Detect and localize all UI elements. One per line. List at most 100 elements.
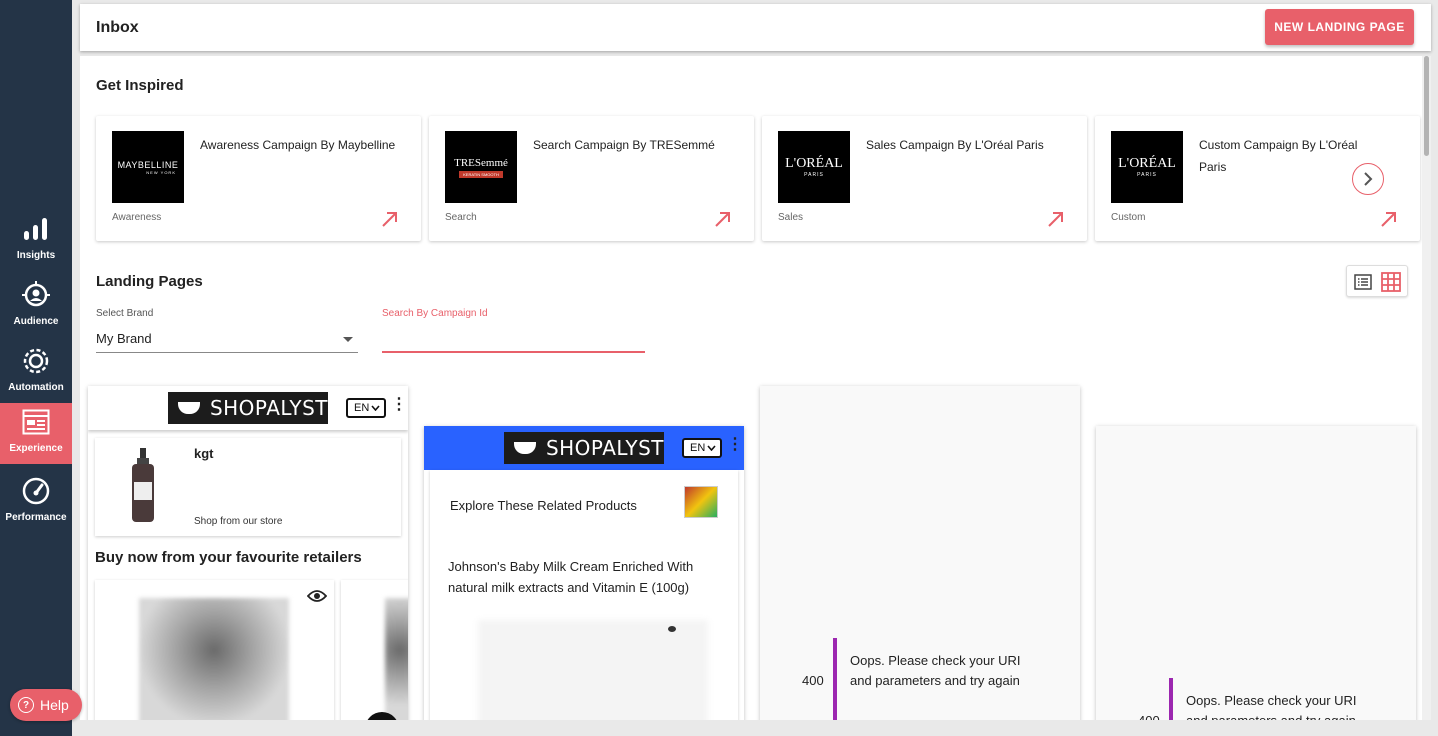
view-toggle xyxy=(1346,265,1408,297)
top-header: Inbox NEW LANDING PAGE xyxy=(80,4,1431,51)
sidebar-item-insights[interactable]: Insights xyxy=(0,210,72,272)
more-vert-icon[interactable]: ⋮ xyxy=(727,437,743,453)
retailer-logo xyxy=(684,486,718,518)
error-bar xyxy=(1169,678,1173,720)
bottle-image xyxy=(132,448,154,522)
list-view-toggle[interactable] xyxy=(1351,270,1375,294)
tub-icon xyxy=(178,402,200,414)
logo-subtext: NEW YORK xyxy=(146,169,176,175)
retailer-card[interactable] xyxy=(341,580,408,720)
landing-page-preview[interactable]: SHOPALYST EN ⋮ Explore These Related Pro… xyxy=(424,426,744,720)
tub-icon xyxy=(514,442,536,454)
arrow-up-right-icon[interactable] xyxy=(714,210,732,228)
sidebar-item-label: Experience xyxy=(9,443,63,454)
bar-chart-icon xyxy=(21,214,51,244)
get-inspired-title: Get Inspired xyxy=(96,77,184,94)
logo-text: L'ORÉAL xyxy=(785,156,843,171)
card-title: Awareness Campaign By Maybelline xyxy=(200,138,396,152)
card-category: Sales xyxy=(778,212,804,223)
new-landing-page-button[interactable]: NEW LANDING PAGE xyxy=(1265,9,1414,45)
card-category: Awareness xyxy=(112,212,162,223)
sidebar-item-label: Audience xyxy=(13,316,59,327)
gear-icon xyxy=(21,346,51,376)
landing-page-preview[interactable]: 400 Oops. Please check your URI and para… xyxy=(760,386,1080,720)
logo-text: TRESemmé xyxy=(454,156,508,169)
arrow-up-right-icon[interactable] xyxy=(1380,210,1398,228)
logo-text: L'ORÉAL xyxy=(1118,156,1176,171)
logo-subtext: PARIS xyxy=(1137,172,1157,178)
retailer-image xyxy=(385,598,408,720)
carousel-next-button[interactable] xyxy=(1352,163,1384,195)
logo-text: SHOPALYST xyxy=(209,396,328,420)
sidebar-item-experience[interactable]: Experience xyxy=(0,403,72,464)
sidebar-item-audience[interactable]: Audience xyxy=(0,276,72,338)
chevron-down-icon xyxy=(707,445,716,451)
shopalyst-logo: SHOPALYST xyxy=(168,392,328,424)
loreal-logo: L'ORÉAL PARIS xyxy=(778,131,850,203)
landing-page-preview[interactable]: 400 Oops. Please check your URI and para… xyxy=(1096,426,1416,720)
layout-icon xyxy=(21,407,51,437)
error-code: 400 xyxy=(1138,713,1160,720)
logo-text: SHOPALYST xyxy=(545,436,664,460)
question-icon: ? xyxy=(18,697,34,713)
logo-subtext: KERATIN SMOOTH xyxy=(459,170,503,178)
retailer-image xyxy=(139,598,289,720)
sidebar-item-label: Performance xyxy=(5,512,67,523)
inspiration-card[interactable]: L'ORÉAL PARIS Sales Campaign By L'Oréal … xyxy=(762,116,1087,241)
campaign-id-search-input[interactable] xyxy=(382,326,645,353)
card-title: Sales Campaign By L'Oréal Paris xyxy=(866,138,1044,152)
retailer-card[interactable] xyxy=(95,580,334,720)
product-subtitle: Shop from our store xyxy=(194,516,283,527)
product-card: kgt Shop from our store xyxy=(95,438,401,536)
sidebar-item-performance[interactable]: Performance xyxy=(0,472,72,534)
chevron-right-icon xyxy=(1364,172,1373,186)
arrow-up-right-icon[interactable] xyxy=(1047,210,1065,228)
caret-down-icon xyxy=(343,337,353,342)
product-image xyxy=(478,620,708,720)
grid-view-toggle[interactable] xyxy=(1379,270,1403,294)
shopalyst-logo: SHOPALYST xyxy=(504,432,664,464)
sidebar-item-label: Automation xyxy=(8,382,64,393)
error-bar xyxy=(833,638,837,720)
page-title: Inbox xyxy=(96,19,139,36)
product-title: kgt xyxy=(194,446,214,461)
landing-page-preview[interactable]: SHOPALYST EN ⋮ kgt Shop from our store B… xyxy=(88,386,408,720)
chevron-down-icon xyxy=(371,405,380,411)
error-code: 400 xyxy=(802,673,824,688)
inspiration-card[interactable]: TRESemmé KERATIN SMOOTH Search Campaign … xyxy=(429,116,754,241)
card-title: Custom Campaign By L'Oréal Paris xyxy=(1199,138,1358,174)
main-scrollbar[interactable] xyxy=(1422,56,1431,720)
related-products-heading: Explore These Related Products xyxy=(450,498,637,513)
language-value: EN xyxy=(690,442,706,454)
language-value: EN xyxy=(354,402,370,414)
search-campaign-label: Search By Campaign Id xyxy=(382,308,488,319)
error-text: Oops. Please check your URI and paramete… xyxy=(850,653,1021,688)
related-products-panel: Explore These Related Products Johnson's… xyxy=(430,470,738,720)
language-select[interactable]: EN xyxy=(346,398,386,418)
product-image-detail xyxy=(668,626,676,632)
language-select[interactable]: EN xyxy=(682,438,722,458)
brand-select[interactable]: My Brand xyxy=(96,326,358,353)
sidebar-item-label: Insights xyxy=(16,250,56,261)
arrow-up-right-icon[interactable] xyxy=(381,210,399,228)
preview-header: SHOPALYST EN ⋮ xyxy=(88,386,408,430)
sidebar-item-automation[interactable]: Automation xyxy=(0,342,72,404)
main-content: Get Inspired MAYBELLINE NEW YORK Awarene… xyxy=(80,56,1422,720)
scrollbar-thumb[interactable] xyxy=(1424,56,1429,156)
logo-text: MAYBELLINE xyxy=(117,159,179,170)
eye-icon[interactable] xyxy=(307,589,327,603)
brand-select-value: My Brand xyxy=(96,331,152,346)
preview-header: SHOPALYST EN ⋮ xyxy=(424,426,744,470)
list-view-icon xyxy=(1354,274,1372,290)
help-button[interactable]: ? Help xyxy=(10,689,82,721)
loreal-logo: L'ORÉAL PARIS xyxy=(1111,131,1183,203)
inspiration-card[interactable]: MAYBELLINE NEW YORK Awareness Campaign B… xyxy=(96,116,421,241)
more-vert-icon[interactable]: ⋮ xyxy=(391,397,407,413)
card-category: Search xyxy=(445,212,477,223)
sidebar: Insights Audience Automation Experience … xyxy=(0,0,72,736)
landing-pages-title: Landing Pages xyxy=(96,273,203,290)
card-category: Custom xyxy=(1111,212,1146,223)
card-title: Search Campaign By TRESemmé xyxy=(533,138,715,152)
error-text: Oops. Please check your URI and paramete… xyxy=(1186,693,1357,720)
retailers-heading: Buy now from your favourite retailers xyxy=(95,549,362,566)
